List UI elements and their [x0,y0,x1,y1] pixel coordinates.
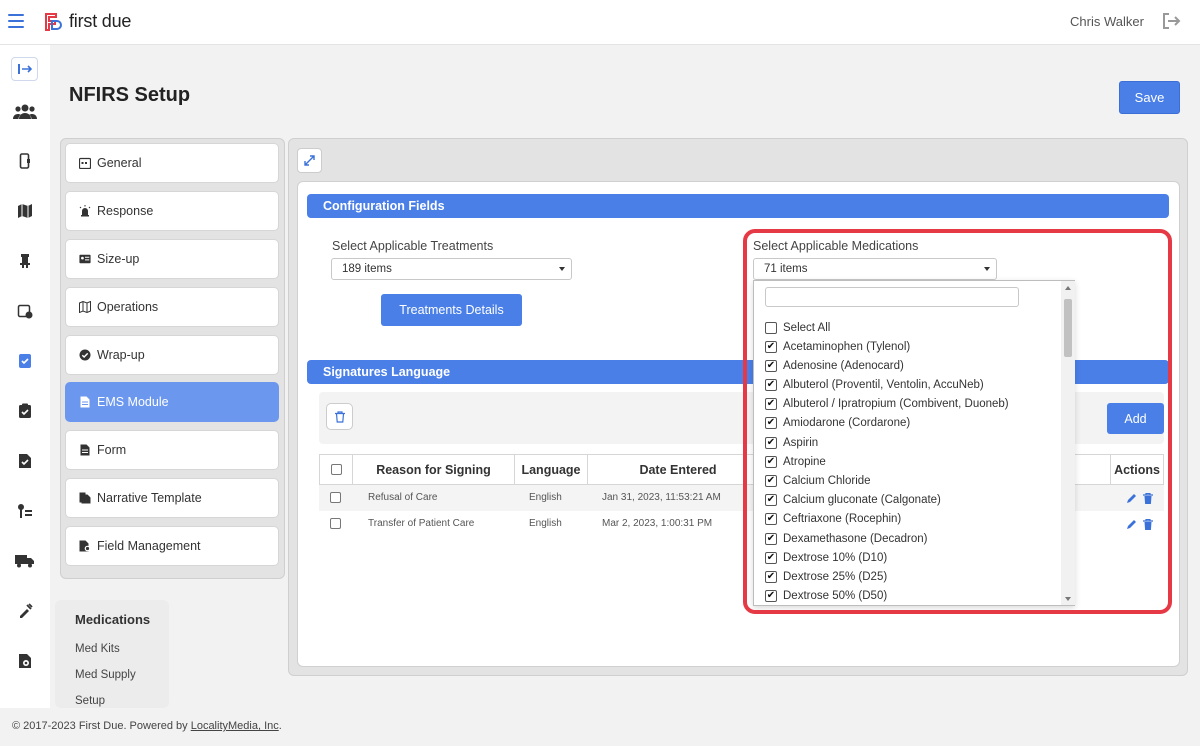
language-cell: English [529,492,562,503]
clipboard-icon[interactable] [13,399,37,423]
collapse-sidebar-icon[interactable] [11,57,38,81]
calendar-icon [79,157,91,169]
menu-item-operations[interactable]: Operations [65,287,279,327]
menu-item-label: Size-up [97,252,140,266]
menu-icon[interactable] [8,14,24,28]
menu-item-ems-module[interactable]: EMS Module [65,382,279,422]
language-cell: English [529,518,562,529]
treatments-details-button[interactable]: Treatments Details [381,294,522,326]
mobile-device-icon[interactable] [13,149,37,173]
trash-icon [334,410,345,423]
row-checkbox[interactable] [330,518,341,529]
menu-item-label: Operations [97,300,159,314]
date-cell: Mar 2, 2023, 1:00:31 PM [602,518,713,529]
key-list-icon[interactable] [13,499,37,523]
brand-name: first due [69,11,132,31]
user-name[interactable]: Chris Walker [1070,14,1144,29]
menu-item-form[interactable]: Form [65,430,279,470]
delete-selected-button[interactable] [326,403,353,430]
document-gear-icon [79,540,91,552]
menu-item-narrative-template[interactable]: Narrative Template [65,478,279,518]
date-cell: Jan 31, 2023, 11:53:21 AM [602,492,721,503]
footer-text: © 2017-2023 First Due. Powered by Locali… [12,720,282,732]
menu-item-field-management[interactable]: Field Management [65,526,279,566]
expand-icon[interactable] [297,148,322,173]
truck-icon[interactable] [13,549,37,573]
menu-item-label: Form [97,443,127,457]
column-header-reason[interactable]: Reason for Signing [353,455,515,486]
menu-item-wrap-up[interactable]: Wrap-up [65,335,279,375]
syringe-icon[interactable] [13,599,37,623]
page-title: NFIRS Setup [69,84,191,106]
menu-item-label: Wrap-up [97,348,145,362]
treatments-select[interactable]: 189 items [331,258,572,280]
treatments-select-value: 189 items [342,263,392,275]
menu-item-label: EMS Module [97,395,169,409]
menu-item-size-up[interactable]: Size-up [65,239,279,279]
menu-item-response[interactable]: Response [65,191,279,231]
column-header-language[interactable]: Language [515,455,588,486]
footer-suffix: . [278,720,282,732]
first-due-logo-icon [45,12,62,31]
configuration-fields-header: Configuration Fields [307,194,1169,218]
highlight-annotation [743,229,1172,614]
save-button[interactable]: Save [1119,81,1180,114]
footer: © 2017-2023 First Due. Powered by Locali… [0,708,1200,746]
document-icon [79,396,91,408]
brand-logo[interactable]: first due [43,11,131,32]
chevron-down-icon [559,267,565,271]
top-bar: first due Chris Walker [0,0,1200,45]
menu-item-label: Narrative Template [97,491,202,505]
select-all-rows-checkbox[interactable] [331,464,342,475]
report-check-icon[interactable] [13,449,37,473]
people-icon[interactable] [13,100,37,124]
siren-icon [79,205,91,217]
document-icon [79,444,91,456]
check-circle-icon [79,349,91,361]
menu-item-label: Response [97,204,154,218]
select-all-cell [320,455,353,486]
menu-item-general[interactable]: General [65,143,279,183]
treatments-label: Select Applicable Treatments [332,239,494,253]
map-icon[interactable] [13,199,37,223]
menu-item-label: Field Management [97,539,201,553]
column-header-date[interactable]: Date Entered [588,455,768,486]
footer-link[interactable]: LocalityMedia, Inc [191,720,279,732]
document-settings-icon[interactable] [13,649,37,673]
clipboard-check-active-icon[interactable] [13,349,37,373]
map-icon [79,301,91,313]
row-checkbox[interactable] [330,492,341,503]
medications-submenu: Medications Med Kits Med Supply Setup [55,600,169,708]
left-icon-nav [0,45,50,708]
reason-cell: Refusal of Care [368,492,438,503]
calendar-clock-icon[interactable] [13,299,37,323]
submenu-item-med-supply[interactable]: Med Supply [75,669,136,681]
documents-icon [79,492,91,504]
medications-heading: Medications [75,612,151,627]
logout-icon[interactable] [1161,12,1181,30]
hydrant-icon[interactable] [13,249,37,273]
submenu-item-setup[interactable]: Setup [75,695,105,707]
reason-cell: Transfer of Patient Care [368,518,475,529]
menu-item-label: General [97,156,142,170]
id-card-icon [79,253,91,265]
submenu-item-med-kits[interactable]: Med Kits [75,643,120,655]
copyright-text: © 2017-2023 First Due. Powered by [12,720,191,732]
